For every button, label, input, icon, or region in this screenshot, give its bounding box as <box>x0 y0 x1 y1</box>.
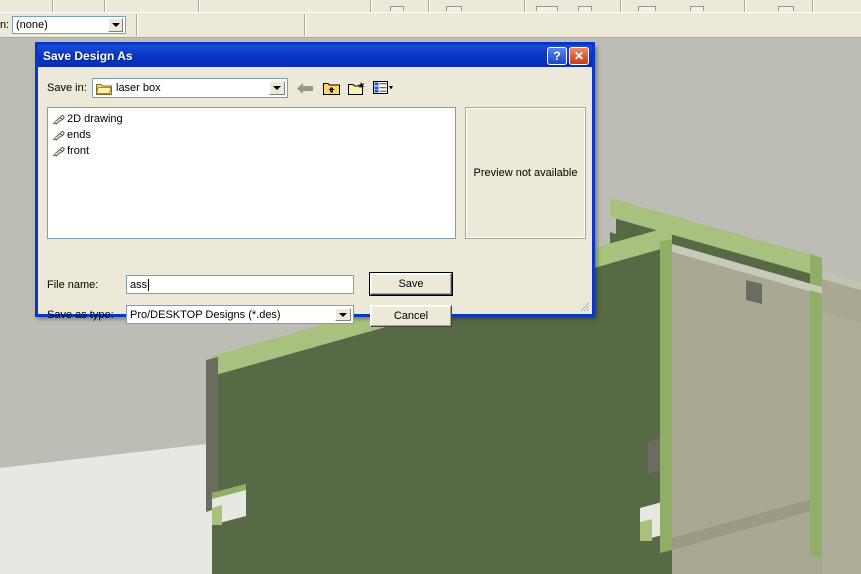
views-list-icon <box>373 81 393 94</box>
help-button[interactable]: ? <box>547 47 567 65</box>
end-panel-near-tab <box>746 280 762 304</box>
new-folder-icon <box>348 81 365 95</box>
toolbar-separator <box>744 0 746 12</box>
design-file-icon <box>52 130 65 140</box>
dialog-title: Save Design As <box>43 49 133 63</box>
file-name-row: File name: ass <box>47 275 589 295</box>
save-as-type-value: Pro/DESKTOP Designs (*.des) <box>130 308 281 321</box>
front-panel-right-foot-inner <box>640 519 652 541</box>
dialog-title-bar[interactable]: Save Design As ? ✕ <box>35 42 595 67</box>
chevron-down-icon[interactable] <box>269 81 285 95</box>
preview-pane: Preview not available <box>465 107 586 239</box>
file-name-input[interactable]: ass <box>126 275 354 294</box>
save-in-combo[interactable]: laser box <box>92 78 288 98</box>
toolbar-separator <box>620 0 622 12</box>
toolbar-button-fragment[interactable] <box>638 6 656 11</box>
up-folder-icon <box>322 82 340 95</box>
design-file-icon <box>52 146 65 156</box>
preview-inner: Preview not available <box>466 108 585 238</box>
list-item-label: ends <box>67 129 91 141</box>
toolbar-separator <box>52 0 54 12</box>
chevron-down-icon[interactable] <box>335 308 351 321</box>
toolbar-separator <box>428 0 430 12</box>
save-as-type-label: Save as type: <box>47 309 114 321</box>
toolbar-combo-value: (none) <box>16 19 48 31</box>
toolbar-separator <box>524 0 526 12</box>
save-as-type-row: Save as type: Pro/DESKTOP Designs (*.des… <box>47 305 589 325</box>
cancel-button[interactable]: Cancel <box>370 305 452 327</box>
dialog-nav-toolbar <box>295 78 393 98</box>
save-design-as-dialog[interactable]: Save Design As ? ✕ Save in: laser box 2D… <box>35 42 595 327</box>
save-button-label: Save <box>398 278 424 290</box>
resize-grip[interactable] <box>578 300 590 312</box>
back-arrow-icon <box>297 82 313 94</box>
file-name-label: File name: <box>47 279 99 291</box>
box-right-edge-strip <box>810 290 822 558</box>
back-button[interactable] <box>295 79 315 97</box>
list-item[interactable]: ends <box>50 127 453 143</box>
application-window: n: (none) Save Design As ? ✕ Save in: la… <box>0 0 861 574</box>
save-as-type-select[interactable]: Pro/DESKTOP Designs (*.des) <box>126 305 354 324</box>
toolbar-button-fragment[interactable] <box>690 6 704 11</box>
toolbar-separator <box>304 14 306 36</box>
toolbar-separator <box>812 0 814 12</box>
preview-message: Preview not available <box>473 167 578 179</box>
file-name-value: ass <box>130 278 148 291</box>
toolbar-button-fragment[interactable] <box>778 6 794 11</box>
save-in-value: laser box <box>116 82 161 94</box>
toolbar-button-fragment[interactable] <box>390 6 404 11</box>
close-icon: ✕ <box>573 49 585 63</box>
close-button[interactable]: ✕ <box>569 47 589 65</box>
save-in-label: Save in: <box>47 82 87 94</box>
save-button[interactable]: Save <box>369 272 453 296</box>
list-item-label: 2D drawing <box>67 113 123 125</box>
toolbar-combo[interactable]: (none) <box>12 16 126 34</box>
toolbar-button-fragment[interactable] <box>536 6 558 11</box>
toolbar-separator <box>198 0 200 12</box>
front-panel-left-thickness <box>206 357 218 512</box>
text-caret <box>148 278 150 291</box>
toolbar-separator <box>136 14 138 36</box>
cancel-button-label: Cancel <box>393 310 429 322</box>
up-one-level-button[interactable] <box>321 79 341 97</box>
file-list[interactable]: 2D drawing ends front <box>47 107 456 239</box>
list-item[interactable]: 2D drawing <box>50 111 453 127</box>
list-item-label: front <box>67 145 90 157</box>
save-in-row: Save in: laser box <box>47 78 589 100</box>
front-panel-left-foot-inner <box>212 505 222 525</box>
top-toolbar-strip <box>0 0 861 13</box>
toolbar-button-fragment[interactable] <box>578 6 592 11</box>
question-mark-icon: ? <box>553 49 561 63</box>
toolbar-separator <box>370 0 372 12</box>
create-new-folder-button[interactable] <box>347 79 367 97</box>
toolbar-combo-label: n: <box>0 19 9 31</box>
folder-icon <box>96 83 112 95</box>
chevron-down-icon[interactable] <box>108 18 123 32</box>
toolbar-button-fragment[interactable] <box>446 6 462 11</box>
list-item[interactable]: front <box>50 143 453 159</box>
views-button[interactable] <box>373 79 393 97</box>
toolbar-separator <box>104 0 106 12</box>
front-panel-right-edge <box>660 239 672 553</box>
front-panel-slot <box>648 438 662 474</box>
design-file-icon <box>52 114 65 124</box>
dialog-body: Save in: laser box 2D drawing ends front… <box>38 67 592 327</box>
toolbar-row-secondary: n: (none) <box>0 13 861 38</box>
